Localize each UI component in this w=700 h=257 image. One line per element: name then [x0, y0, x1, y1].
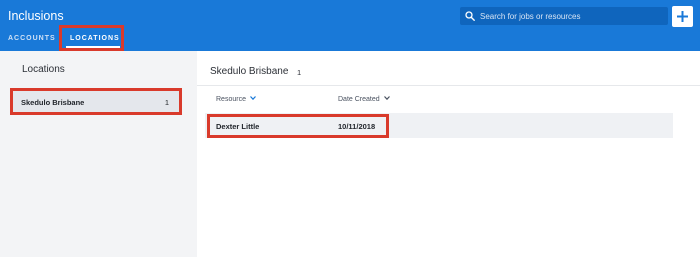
plus-icon [677, 11, 688, 22]
page-title: Skedulo Brisbane [210, 66, 289, 77]
add-button[interactable] [672, 6, 693, 27]
highlight-locations-tab [59, 25, 124, 51]
search-icon [465, 11, 475, 21]
highlight-table-row [207, 114, 389, 138]
app-title: Inclusions [8, 9, 64, 23]
sidebar-item-skedulo-brisbane[interactable]: Skedulo Brisbane 1 [10, 88, 182, 115]
column-header-resource[interactable]: Resource [216, 96, 256, 103]
sidebar-title: Locations [22, 64, 65, 75]
chevron-down-icon [250, 96, 256, 100]
search-box[interactable] [460, 7, 668, 25]
locations-sidebar [0, 51, 195, 257]
location-name: Skedulo Brisbane [21, 98, 85, 107]
column-label: Date Created [338, 96, 380, 103]
resource-count: 1 [297, 68, 302, 77]
column-label: Resource [216, 96, 246, 103]
location-count: 1 [164, 98, 169, 107]
divider [197, 85, 700, 86]
tab-accounts[interactable]: ACCOUNTS [8, 35, 56, 42]
chevron-down-icon [383, 96, 390, 100]
location-detail-panel [197, 51, 700, 257]
search-input[interactable] [480, 7, 666, 25]
column-header-date-created[interactable]: Date Created [338, 96, 390, 103]
